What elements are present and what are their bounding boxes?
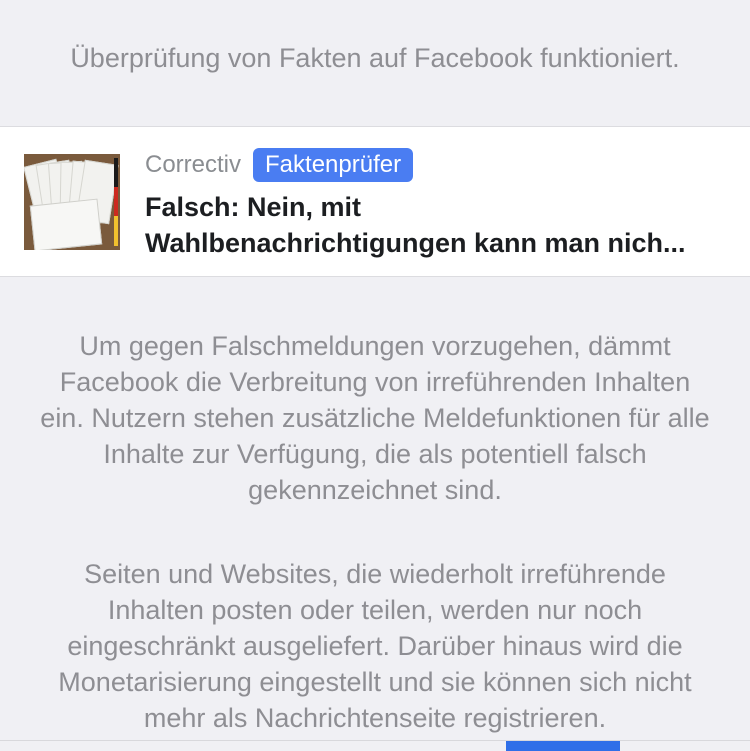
article-meta: Correctiv Faktenprüfer <box>145 147 414 183</box>
article-headline-line1: Falsch: Nein, mit <box>145 192 362 222</box>
article-source: Correctiv <box>145 151 242 178</box>
article-thumbnail <box>24 154 120 250</box>
fact-check-article-card[interactable]: Correctiv Faktenprüfer Falsch: Nein, mit… <box>0 126 750 277</box>
info-paragraph-1: Um gegen Falschmeldungen vorzugehen, däm… <box>40 331 710 505</box>
fact-checker-badge: Faktenprüfer <box>253 148 414 182</box>
bottom-action-button[interactable] <box>506 741 620 751</box>
intro-text: Überprüfung von Fakten auf Facebook funk… <box>70 43 680 73</box>
info-paragraph-2: Seiten und Websites, die wiederholt irre… <box>58 559 692 733</box>
article-headline[interactable]: Falsch: Nein, mit Wahlbenachrichtigungen… <box>145 189 730 261</box>
intro-section: Überprüfung von Fakten auf Facebook funk… <box>0 0 750 126</box>
bottom-divider <box>0 740 750 741</box>
article-headline-line2: Wahlbenachrichtigungen kann man nich... <box>145 228 686 258</box>
